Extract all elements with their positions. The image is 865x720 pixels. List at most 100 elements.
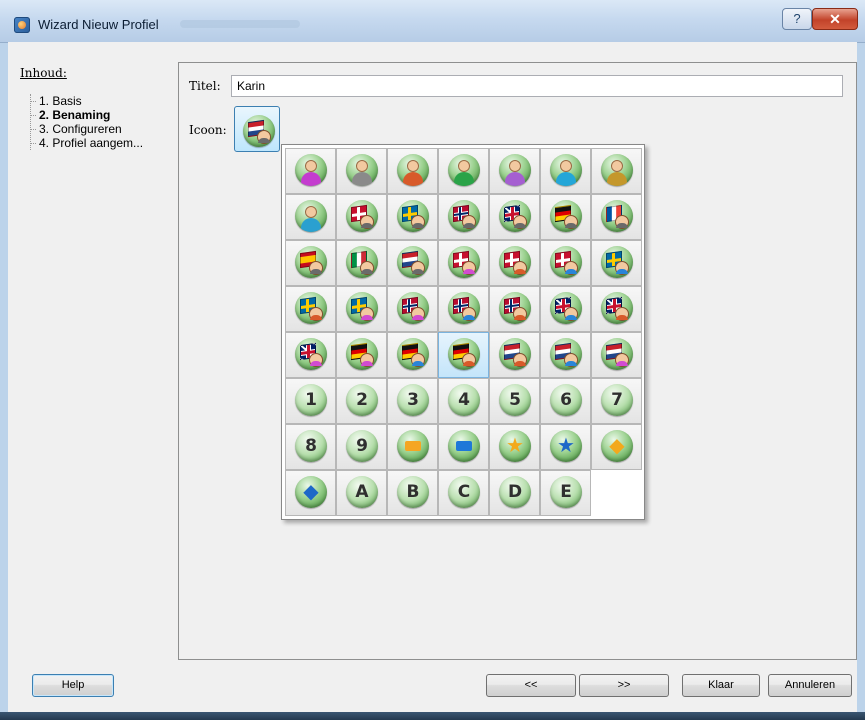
icon-option-flag-sweden[interactable] [387,194,438,240]
icon-option-person[interactable] [591,148,642,194]
flag-netherlands-icon [499,338,531,370]
icon-option-c[interactable]: C [438,470,489,516]
icon-option-flag-italy[interactable] [336,240,387,286]
icon-option-flag-norway[interactable] [438,194,489,240]
icon-option-person[interactable] [387,148,438,194]
icon-option-person[interactable] [438,148,489,194]
icon-option-symbol[interactable]: ◆ [285,470,336,516]
icon-option-flag-denmark[interactable] [540,240,591,286]
steps-tree: 1. Basis 2. Benaming 3. Configureren 4. … [30,94,143,150]
icon-option-b[interactable]: B [387,470,438,516]
icon-option-flag-uk[interactable] [489,194,540,240]
diamond-icon: ◆ [601,430,633,462]
flag-norway-icon [448,200,480,232]
icon-option-flag-norway[interactable] [438,286,489,332]
icon-option-a[interactable]: A [336,470,387,516]
icon-option-flag-germany[interactable] [438,332,489,378]
icon-option-6[interactable]: 6 [540,378,591,424]
flag-netherlands-icon [397,246,429,278]
wizard-window: Wizard Nieuw Profiel ? ✕ Inhoud: 1. Basi… [0,0,865,720]
icon-option-flag-denmark[interactable] [438,240,489,286]
rectangle-icon [448,430,480,462]
flag-denmark-icon [499,246,531,278]
icon-option-flag-uk[interactable] [591,286,642,332]
icon-option-1[interactable]: 1 [285,378,336,424]
flag-norway-icon [448,292,480,324]
flag-germany-icon [397,338,429,370]
help-button[interactable]: Help [32,674,114,697]
rectangle-icon [397,430,429,462]
title-input[interactable] [231,75,843,97]
icon-option-flag-sweden[interactable] [336,286,387,332]
icon-option-symbol[interactable]: ★ [489,424,540,470]
title-label: Titel: [189,79,221,93]
icon-option-9[interactable]: 9 [336,424,387,470]
flag-germany-icon [550,200,582,232]
icon-option-symbol[interactable]: ★ [540,424,591,470]
help-title-button[interactable]: ? [782,8,812,30]
flag-uk-icon [499,200,531,232]
person-icon [550,154,582,186]
icon-grid: 1 2 3 4 5 6 7 8 9 ★ ★ ◆ ◆ A B C D E [285,148,642,516]
icon-option-flag-france[interactable] [591,194,642,240]
flag-netherlands-icon [550,338,582,370]
icon-option-flag-sweden[interactable] [285,286,336,332]
icon-option-flag-germany[interactable] [336,332,387,378]
step-configureren[interactable]: 3. Configureren [31,122,143,136]
icon-option-person[interactable] [540,148,591,194]
finish-button[interactable]: Klaar [682,674,760,697]
icon-option-person[interactable] [336,148,387,194]
icon-option-flag-netherlands[interactable] [387,240,438,286]
icon-option-symbol[interactable]: ◆ [591,424,642,470]
icon-option-flag-netherlands[interactable] [591,332,642,378]
letter-9-icon: 9 [346,430,378,462]
icon-option-flag-norway[interactable] [489,286,540,332]
icon-option-d[interactable]: D [489,470,540,516]
icon-option-2[interactable]: 2 [336,378,387,424]
icon-option-flag-uk[interactable] [540,286,591,332]
icon-option-5[interactable]: 5 [489,378,540,424]
icon-picker-button[interactable] [234,106,280,152]
title-bar-blur [180,20,300,28]
step-basis[interactable]: 1. Basis [31,94,143,108]
diamond-icon: ◆ [295,476,327,508]
flag-netherlands-icon [601,338,633,370]
letter-4-icon: 4 [448,384,480,416]
icon-option-flag-spain[interactable] [285,240,336,286]
letter-5-icon: 5 [499,384,531,416]
icon-option-rectangle[interactable] [387,424,438,470]
close-button[interactable]: ✕ [812,8,858,30]
back-button[interactable]: << [486,674,576,697]
next-button[interactable]: >> [579,674,669,697]
cancel-button[interactable]: Annuleren [768,674,852,697]
icon-picker-popup: 1 2 3 4 5 6 7 8 9 ★ ★ ◆ ◆ A B C D E [281,144,645,520]
step-benaming[interactable]: 2. Benaming [31,108,143,122]
icon-option-flag-netherlands[interactable] [540,332,591,378]
icon-option-8[interactable]: 8 [285,424,336,470]
icon-option-flag-sweden[interactable] [591,240,642,286]
icon-option-flag-germany[interactable] [387,332,438,378]
icon-option-person[interactable] [285,148,336,194]
icon-option-7[interactable]: 7 [591,378,642,424]
icon-option-e[interactable]: E [540,470,591,516]
icon-option-flag-norway[interactable] [387,286,438,332]
person-icon [448,154,480,186]
person-icon [397,154,429,186]
letter-1-icon: 1 [295,384,327,416]
letter-b-icon: B [397,476,429,508]
icon-option-4[interactable]: 4 [438,378,489,424]
letter-c-icon: C [448,476,480,508]
flag-denmark-icon [550,246,582,278]
step-profiel-aangemaakt[interactable]: 4. Profiel aangem... [31,136,143,150]
icon-option-flag-netherlands[interactable] [489,332,540,378]
icon-option-flag-denmark[interactable] [489,240,540,286]
icon-option-flag-germany[interactable] [540,194,591,240]
icon-option-person[interactable] [489,148,540,194]
icon-option-person[interactable] [285,194,336,240]
icon-option-rectangle[interactable] [438,424,489,470]
person-icon [346,154,378,186]
icon-option-3[interactable]: 3 [387,378,438,424]
icon-option-flag-uk[interactable] [285,332,336,378]
icon-option-flag-denmark[interactable] [336,194,387,240]
flag-uk-icon [295,338,327,370]
